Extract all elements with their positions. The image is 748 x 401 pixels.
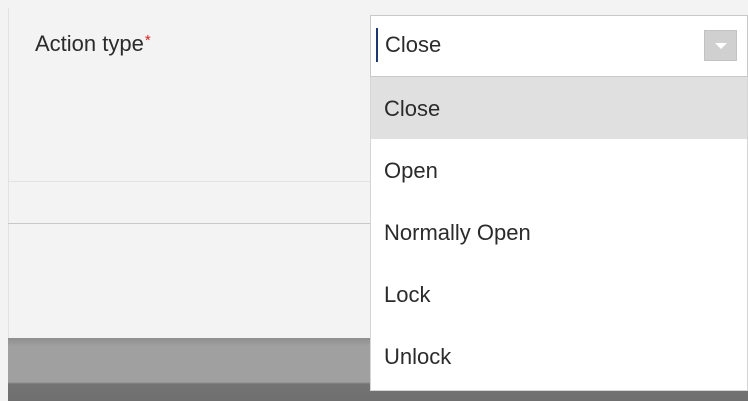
divider	[8, 223, 370, 224]
action-type-select[interactable]: Close	[370, 15, 748, 77]
dropdown-toggle-button[interactable]	[704, 30, 737, 61]
action-type-label: Action type*	[35, 31, 151, 57]
option-lock[interactable]: Lock	[371, 263, 747, 325]
chevron-down-icon	[715, 43, 727, 49]
divider	[8, 181, 370, 182]
select-value: Close	[385, 32, 442, 57]
option-close[interactable]: Close	[371, 77, 747, 139]
required-marker: *	[144, 32, 151, 49]
text-cursor	[376, 28, 378, 62]
option-open[interactable]: Open	[371, 139, 747, 201]
action-type-label-text: Action type	[35, 31, 144, 56]
option-unlock[interactable]: Unlock	[371, 325, 747, 387]
action-type-options-list: Close Open Normally Open Lock Unlock	[370, 77, 748, 391]
option-normally-open[interactable]: Normally Open	[371, 201, 747, 263]
